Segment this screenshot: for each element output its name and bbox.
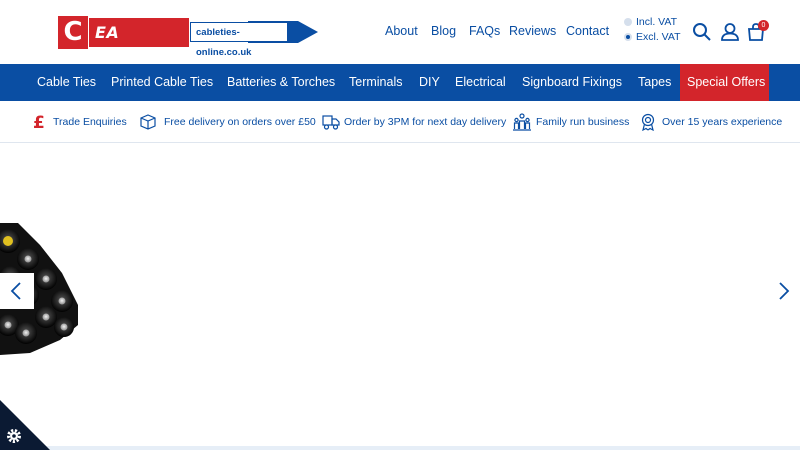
award-icon [641, 113, 655, 131]
usp-bar: £ Trade Enquiries Free delivery on order… [0, 101, 800, 143]
usp-label: Over 15 years experience [662, 116, 783, 128]
topnav-about[interactable]: About [385, 24, 418, 42]
nav-special-offers[interactable]: Special Offers [680, 64, 769, 101]
hero-slider [0, 143, 800, 447]
svg-text:£: £ [33, 113, 45, 131]
section-divider [0, 446, 800, 450]
cookie-settings-button[interactable] [0, 400, 50, 450]
logo-letter: C [58, 16, 88, 49]
search-icon[interactable] [692, 22, 712, 42]
usp-trade-enquiries[interactable]: £ Trade Enquiries [32, 113, 127, 131]
nav-diy[interactable]: DIY [419, 64, 440, 101]
site-logo[interactable]: C EA Fixings cableties-online.co.uk [58, 16, 318, 71]
slider-next-button[interactable] [766, 273, 800, 309]
vat-excl-radio[interactable] [624, 33, 632, 41]
topnav-blog[interactable]: Blog [431, 24, 456, 42]
vat-excl-option[interactable]: Excl. VAT [624, 31, 681, 43]
vat-incl-option[interactable]: Incl. VAT [624, 16, 677, 28]
vat-incl-label: Incl. VAT [636, 16, 678, 28]
vat-incl-radio[interactable] [624, 18, 632, 26]
nav-cable-ties[interactable]: Cable Ties [37, 64, 96, 101]
topnav-contact[interactable]: Contact [566, 24, 609, 42]
nav-printed-cable-ties[interactable]: Printed Cable Ties [111, 64, 213, 101]
slider-prev-button[interactable] [0, 273, 34, 309]
logo-name: EA Fixings [89, 18, 189, 71]
nav-signboard-fixings[interactable]: Signboard Fixings [522, 64, 622, 101]
logo-site: cableties-online.co.uk [190, 22, 288, 58]
topnav-faqs[interactable]: FAQs [469, 24, 500, 42]
site-header: C EA Fixings cableties-online.co.uk Abou… [0, 0, 800, 71]
usp-experience[interactable]: Over 15 years experience [640, 113, 782, 131]
pound-icon: £ [33, 113, 45, 131]
main-nav: Cable Ties Printed Cable Ties Batteries … [0, 64, 800, 101]
chevron-right-icon [779, 282, 790, 300]
nav-terminals[interactable]: Terminals [349, 64, 403, 101]
usp-label: Order by 3PM for next day delivery [344, 116, 507, 128]
usp-label: Trade Enquiries [53, 116, 127, 128]
usp-family-run[interactable]: Family run business [513, 113, 629, 131]
user-icon[interactable] [720, 22, 740, 42]
vat-excl-label: Excl. VAT [636, 31, 681, 43]
usp-label: Free delivery on orders over £50 [164, 116, 316, 128]
nav-electrical[interactable]: Electrical [455, 64, 506, 101]
cart-count-badge: 0 [758, 20, 769, 31]
family-icon [513, 113, 531, 131]
nav-tapes[interactable]: Tapes [638, 64, 671, 101]
usp-free-delivery[interactable]: Free delivery on orders over £50 [139, 113, 316, 131]
usp-label: Family run business [536, 116, 630, 128]
truck-icon [322, 115, 340, 130]
usp-next-day[interactable]: Order by 3PM for next day delivery [322, 113, 506, 131]
topnav-reviews[interactable]: Reviews [509, 24, 556, 42]
box-icon [140, 114, 156, 130]
nav-batteries-torches[interactable]: Batteries & Torches [227, 64, 335, 101]
